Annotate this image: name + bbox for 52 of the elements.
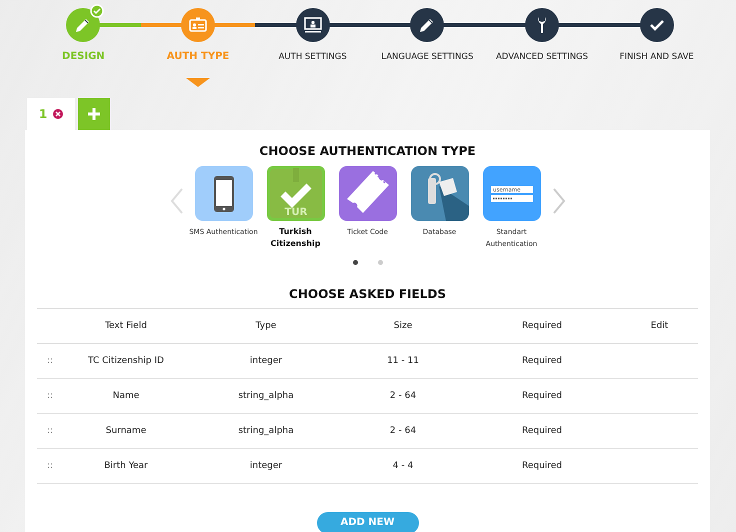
step-label: ADVANCED SETTINGS — [496, 52, 588, 62]
id-card-icon — [188, 15, 208, 35]
table-cell: 2 - 64 — [390, 426, 416, 436]
table-cell: integer — [250, 461, 282, 471]
drag-handle[interactable]: :: — [46, 426, 54, 436]
phone-icon — [194, 166, 252, 221]
ticket-icon — [338, 166, 396, 221]
table-cell: Required — [522, 426, 562, 436]
table-cell: Name — [112, 391, 140, 401]
table-cell: 2 - 64 — [390, 391, 416, 401]
add-new-button[interactable]: ADD NEW — [316, 512, 418, 532]
step-label: AUTH TYPE — [166, 51, 230, 62]
table-cell: string_alpha — [238, 426, 294, 436]
table-cell: TC Citizenship ID — [88, 356, 164, 366]
table-cell: Surname — [106, 426, 146, 436]
table-cell: 11 - 11 — [387, 356, 419, 366]
table-cell: string_alpha — [238, 391, 294, 401]
keys-tag-icon — [410, 166, 468, 221]
column-header: Edit — [650, 321, 668, 331]
monitor-icon — [302, 15, 323, 35]
table-cell: Birth Year — [104, 461, 148, 471]
column-header: Required — [522, 321, 562, 331]
column-header: Type — [256, 321, 276, 331]
section-title: CHOOSE AUTHENTICATION TYPE — [259, 144, 476, 158]
check-badge-icon — [90, 4, 104, 18]
auth-type-option[interactable]: TUR Turkish Citizenship — [260, 166, 332, 250]
section-title: CHOOSE ASKED FIELDS — [289, 287, 446, 301]
page-dot[interactable] — [352, 260, 358, 265]
close-icon[interactable] — [53, 109, 64, 119]
step-circle[interactable] — [296, 8, 330, 42]
column-header: Text Field — [105, 321, 147, 331]
step-label: DESIGN — [62, 51, 105, 62]
step-label: LANGUAGE SETTINGS — [381, 52, 474, 62]
table-cell: Required — [522, 461, 562, 471]
step-circle[interactable] — [410, 8, 444, 42]
drag-handle[interactable]: :: — [46, 461, 54, 471]
table-cell: 4 - 4 — [392, 461, 414, 471]
table-cell: Required — [522, 391, 562, 401]
table-cell: integer — [250, 356, 282, 366]
step-circle[interactable] — [525, 8, 560, 42]
table-cell: Required — [522, 356, 562, 366]
step-label: AUTH SETTINGS — [278, 52, 347, 62]
step-circle[interactable] — [640, 8, 674, 42]
step-label: FINISH AND SAVE — [620, 52, 694, 62]
drag-handle[interactable]: :: — [46, 391, 54, 401]
drag-handle[interactable]: :: — [46, 356, 54, 366]
column-header: Size — [394, 321, 412, 331]
tab[interactable]: 1 — [27, 98, 75, 130]
plus-icon — [87, 107, 101, 121]
page-dot[interactable] — [378, 260, 382, 265]
check-badge-icon: TUR — [266, 166, 324, 221]
pointer-triangle-icon — [186, 78, 210, 88]
